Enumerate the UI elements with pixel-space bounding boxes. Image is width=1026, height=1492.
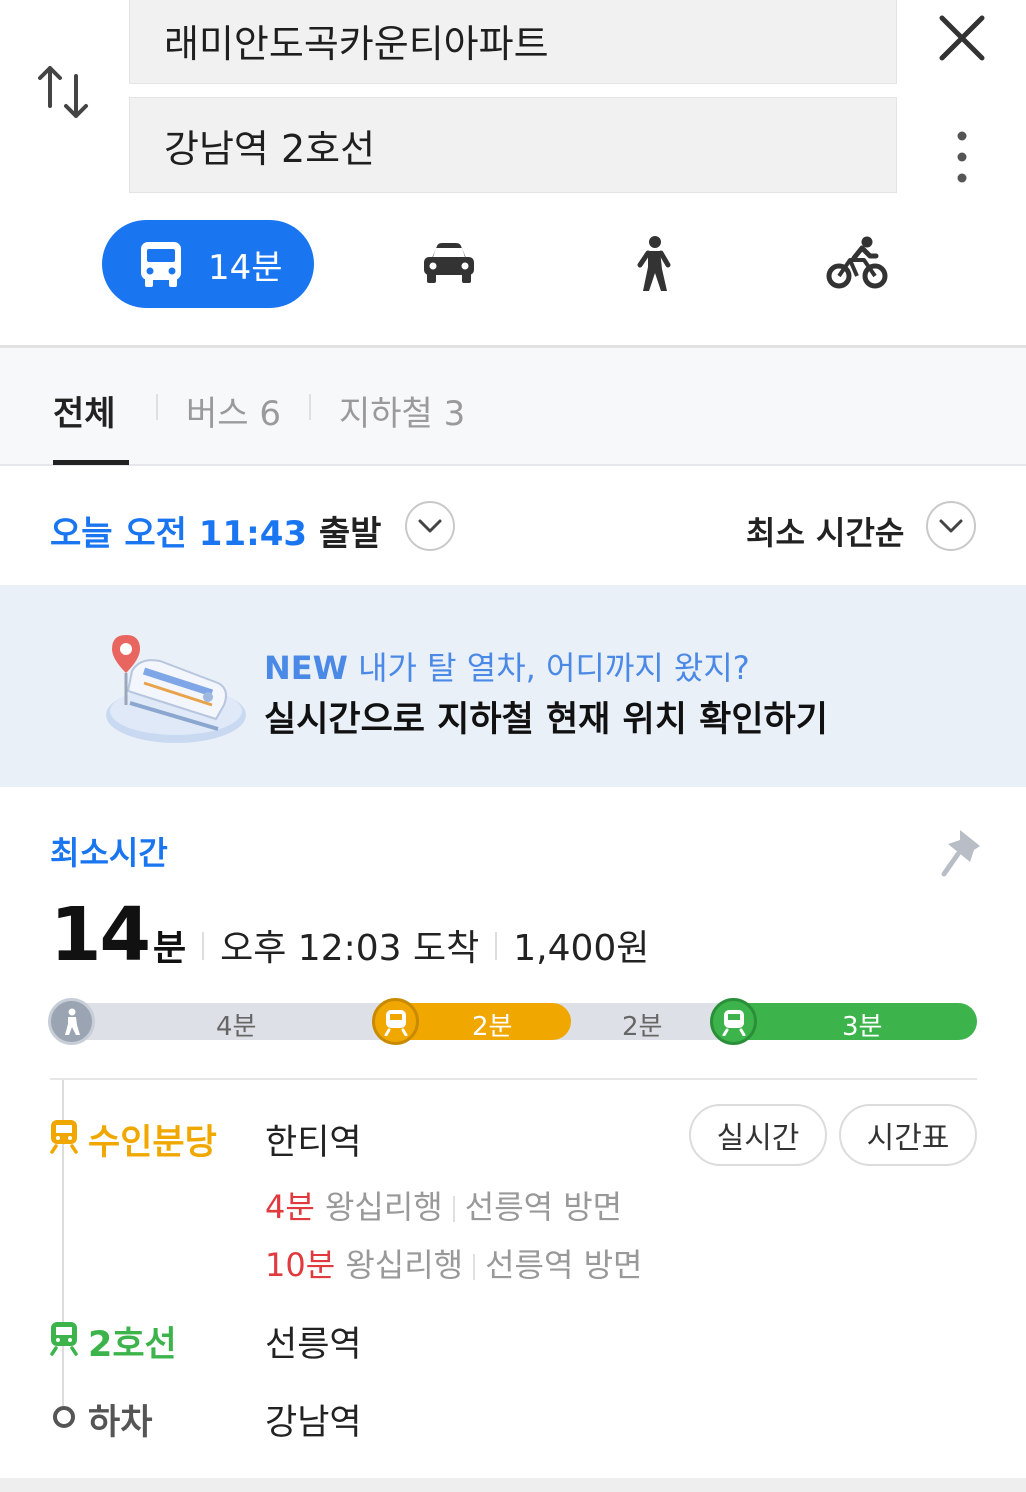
boarding-station[interactable]: 한티역 [265,1114,362,1165]
card-bottom-divider [0,1478,1026,1492]
arrival-divider [473,1254,476,1280]
realtime-button[interactable]: 실시간 [689,1104,827,1166]
bicycle-icon[interactable] [826,236,888,290]
arrival-info-row: 10분 왕십리행 선릉역 방면 [265,1240,642,1286]
destination-input[interactable]: 강남역 2호선 [129,97,897,193]
minutes-unit: 분 [152,928,187,969]
walk-segment-label: 4분 [216,1012,257,1042]
departure-time[interactable]: 오늘 오전 11:43 출발 [50,506,381,555]
realtime-button-label: 실시간 [716,1121,800,1156]
line-name-suin-bundang: 수인분당 [88,1123,217,1163]
arrival-time: 오후 12:03 도착 [220,928,480,969]
arrival-destination: 왕십리행 [345,1246,464,1284]
walk-segment-icon [48,998,95,1045]
subway-icon [50,1120,78,1154]
transfer-station[interactable]: 선릉역 [265,1316,362,1367]
arrival-direction: 선릉역 방면 [464,1188,623,1226]
close-icon[interactable] [936,12,988,64]
arrival-info-row: 4분 왕십리행 선릉역 방면 [265,1182,622,1228]
departure-time-value: 오늘 오전 11:43 [50,514,308,554]
car-icon[interactable] [422,240,476,286]
route-filter-tabs: 전체 버스 6 지하철 3 [0,348,1026,466]
arrival-destination: 왕십리행 [324,1188,443,1226]
origin-input[interactable]: 래미안도곡카운티아파트 [129,0,897,84]
bus-icon [141,242,181,287]
realtime-subway-banner[interactable]: NEW 내가 탈 열차, 어디까지 왔지? 실시간으로 지하철 현재 위치 확인… [0,585,1026,787]
suin-bundang-segment-label: 2분 [472,1012,513,1042]
banner-headline: NEW 내가 탈 열차, 어디까지 왔지? [264,643,750,689]
transfer-segment-label: 2분 [622,1012,663,1042]
banner-line2: 실시간으로 지하철 현재 위치 확인하기 [264,700,828,740]
chevron-down-icon [418,519,442,533]
route-tag: 최소시간 [50,834,168,872]
card-divider [50,1078,977,1080]
suin-bundang-segment-icon [372,998,419,1045]
subway-icon [50,1322,78,1356]
timetable-button-label: 시간표 [866,1121,950,1156]
destination-text: 강남역 2호선 [164,126,376,171]
tab-subway[interactable]: 지하철 3 [339,386,465,435]
swap-icon[interactable] [36,62,92,122]
departure-dropdown-button[interactable] [405,501,455,551]
summary-divider [202,932,205,960]
arrival-divider [452,1196,455,1222]
walking-icon[interactable] [634,235,674,293]
sort-label[interactable]: 최소 시간순 [746,508,904,554]
arrival-minutes: 10분 [265,1246,336,1284]
tab-all[interactable]: 전체 [53,386,116,435]
active-tab-indicator [53,460,129,465]
sort-dropdown-button[interactable] [926,501,976,551]
banner-line1: 내가 탈 열차, 어디까지 왔지? [358,649,750,687]
tab-divider [156,394,158,420]
chevron-down-icon [939,519,963,533]
tab-bus[interactable]: 버스 6 [186,386,281,435]
tab-divider [309,394,311,420]
route-summary[interactable]: 14 분 오후 12:03 도착 1,400원 [50,892,649,978]
train-illustration-icon [106,635,246,743]
alight-station[interactable]: 강남역 [265,1394,362,1445]
mode-tab-transit[interactable]: 14분 [102,220,314,308]
departure-suffix: 출발 [318,514,382,554]
line-name-line2: 2호선 [88,1325,177,1365]
transit-duration: 14분 [208,247,283,288]
pin-icon[interactable] [940,826,984,878]
arrival-minutes: 4분 [265,1188,315,1226]
new-badge: NEW [264,649,348,687]
total-minutes: 14 [50,892,151,978]
origin-text: 래미안도곡카운티아파트 [164,21,549,66]
timetable-button[interactable]: 시간표 [839,1104,977,1166]
arrival-direction: 선릉역 방면 [485,1246,643,1284]
more-vertical-icon[interactable] [946,130,978,186]
line2-segment-icon [710,998,757,1045]
alight-circle-icon [53,1406,75,1428]
line2-segment-label: 3분 [842,1012,883,1042]
summary-divider [495,932,498,960]
alight-label: 하차 [88,1403,153,1443]
fare: 1,400원 [513,928,650,969]
